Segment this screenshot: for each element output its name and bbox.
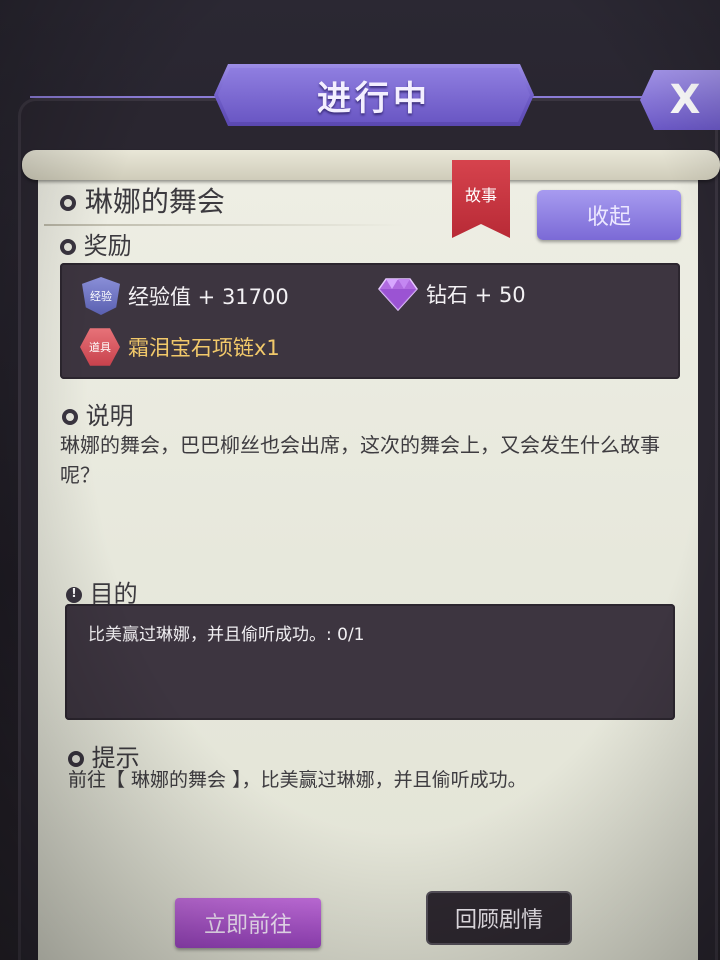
banner-line-right <box>532 96 642 98</box>
collapse-label: 收起 <box>586 205 631 230</box>
reward-item-exp: 经验 经验值 + 31700 <box>82 277 289 315</box>
close-icon: X <box>669 77 701 123</box>
quest-name: 琳娜的舞会 <box>84 185 225 218</box>
rewards-heading-label: 奖励 <box>83 232 132 260</box>
exclamation-icon: ! <box>66 586 82 603</box>
window-title-banner: 进行中 <box>214 64 534 126</box>
description-heading: 说明 <box>62 396 134 431</box>
review-story-button[interactable]: 回顾剧情 <box>428 893 570 943</box>
scroll-rod <box>22 150 720 180</box>
exp-badge-label: 经验 <box>90 290 112 303</box>
hint-text: 前往【 琳娜的舞会 】，比美赢过琳娜，并且偷听成功。 <box>68 769 527 791</box>
reward-item-diamond: 钻石 + 50 <box>378 277 526 311</box>
close-button[interactable]: X <box>640 70 720 130</box>
bullet-icon <box>62 409 78 425</box>
reward-necklace-label: 霜泪宝石项链x1 <box>128 336 280 360</box>
banner-line-left <box>30 96 216 98</box>
reward-diamond-label: 钻石 + 50 <box>426 283 526 307</box>
go-now-button[interactable]: 立即前往 <box>175 898 321 948</box>
rewards-heading: 奖励 <box>60 226 132 261</box>
reward-item-necklace[interactable]: 道具 霜泪宝石项链x1 <box>80 327 280 367</box>
diamond-icon <box>378 278 418 311</box>
bullet-icon <box>60 195 76 211</box>
bullet-icon <box>60 239 76 255</box>
quest-title: 琳娜的舞会 <box>60 180 225 220</box>
collapse-button[interactable]: 收起 <box>537 190 681 240</box>
rewards-panel: 经验 经验值 + 31700 钻石 + 50 道具 霜泪宝石项链x1 <box>60 263 680 379</box>
quest-screen: 进行中 X 琳娜的舞会 故事 收起 奖励 经验 经验值 + 31700 钻石 +… <box>0 0 720 960</box>
item-badge-label: 道具 <box>89 341 111 354</box>
description-heading-label: 说明 <box>85 402 134 430</box>
item-hex-icon: 道具 <box>80 328 120 366</box>
description-text: 琳娜的舞会，巴巴柳丝也会出席，这次的舞会上，又会发生什么故事呢？ <box>60 433 660 487</box>
review-story-label: 回顾剧情 <box>454 908 543 933</box>
reward-exp-label: 经验值 + 31700 <box>128 285 289 309</box>
objective-text: 比美赢过琳娜，并且偷听成功。: 0/1 <box>88 625 365 645</box>
go-now-label: 立即前往 <box>203 913 292 938</box>
window-title: 进行中 <box>317 78 431 119</box>
exp-shield-icon: 经验 <box>82 277 120 315</box>
